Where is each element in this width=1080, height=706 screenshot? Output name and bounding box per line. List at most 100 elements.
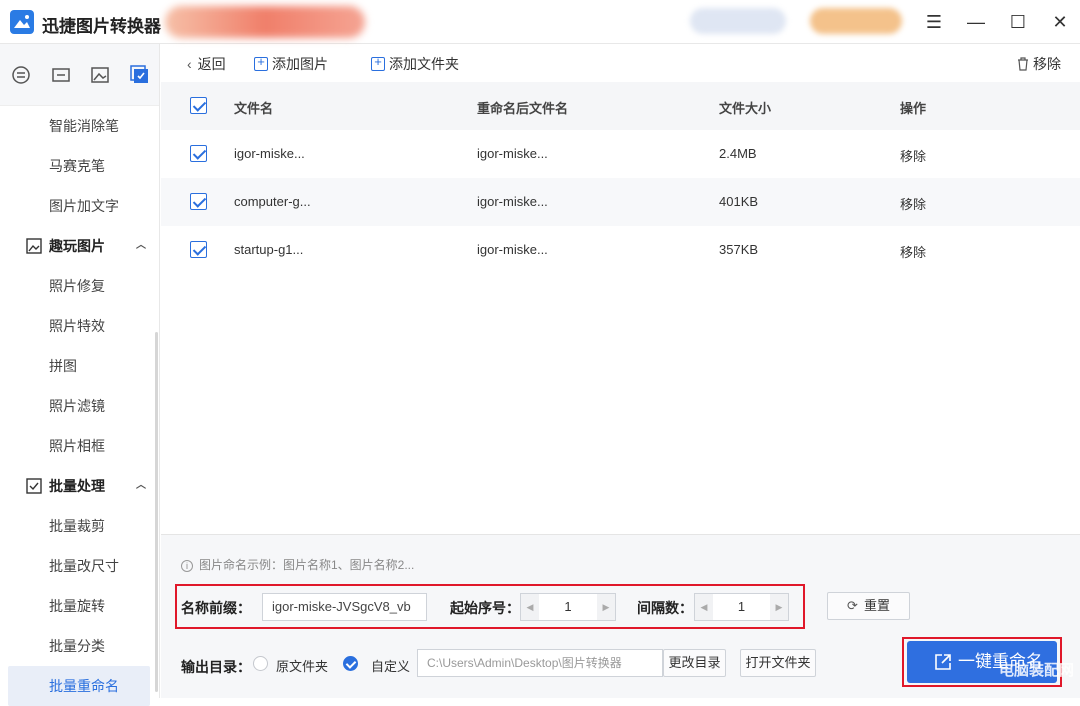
row-filename: computer-g...	[234, 194, 311, 209]
radio-original-folder[interactable]	[253, 656, 268, 671]
batch-icon[interactable]	[129, 64, 151, 86]
sidebar-item-collage[interactable]: 拼图	[0, 346, 158, 386]
sidebar-category-bar	[0, 44, 159, 106]
promo-banner[interactable]	[165, 6, 365, 38]
sidebar-item-batch-resize[interactable]: 批量改尺寸	[0, 546, 158, 586]
sidebar-item-label: 图片加文字	[49, 198, 119, 214]
interval-value[interactable]: 1	[713, 594, 770, 620]
select-all-checkbox[interactable]	[190, 97, 207, 114]
output-path-field[interactable]: C:\Users\Admin\Desktop\图片转换器	[417, 649, 663, 677]
sidebar-item-label: 照片相框	[49, 438, 105, 454]
hint-text: 图片命名示例：图片名称1、图片名称2...	[199, 558, 415, 572]
prefix-label: 名称前缀：	[181, 600, 251, 616]
increment-icon[interactable]: ▶	[597, 594, 615, 620]
row-filename: startup-g1...	[234, 242, 304, 257]
export-icon	[935, 654, 951, 670]
row-filename: igor-miske...	[234, 146, 305, 161]
original-folder-label: 原文件夹	[276, 659, 329, 674]
sidebar-item-filters[interactable]: 照片滤镜	[0, 386, 158, 426]
chevron-up-icon[interactable]: ︿	[136, 466, 146, 506]
remove-all-button[interactable]: 移除	[1017, 54, 1061, 74]
start-number-stepper[interactable]: ◀ 1 ▶	[520, 593, 616, 621]
sidebar-item-label: 批量改尺寸	[49, 558, 119, 574]
start-number-value[interactable]: 1	[539, 594, 597, 620]
sidebar-group-batch[interactable]: 批量处理 ︿	[0, 466, 158, 506]
add-folder-button[interactable]: 添加文件夹	[371, 54, 459, 74]
title-bar: 迅捷图片转换器 ☰ — ☐ ✕	[0, 0, 1080, 44]
row-checkbox[interactable]	[190, 145, 207, 162]
menu-icon[interactable]: ☰	[922, 10, 946, 34]
batch-process-icon	[26, 478, 42, 494]
sidebar-item-photo-effects[interactable]: 照片特效	[0, 306, 158, 346]
radio-custom-folder[interactable]	[343, 656, 358, 671]
toolbar: ‹ 返回 添加图片 添加文件夹 移除	[161, 44, 1080, 82]
table-row[interactable]: startup-g1... igor-miske... 357KB 移除	[161, 226, 1080, 274]
add-folder-icon	[371, 54, 385, 71]
sidebar-item-batch-classify[interactable]: 批量分类	[0, 626, 158, 666]
chevron-up-icon[interactable]: ︿	[136, 226, 146, 266]
back-button[interactable]: ‹ 返回	[187, 54, 226, 74]
maximize-icon[interactable]: ☐	[1006, 10, 1030, 34]
row-checkbox[interactable]	[190, 193, 207, 210]
edit-icon[interactable]	[50, 64, 72, 86]
sidebar-item-label: 批量裁剪	[49, 518, 105, 534]
start-number-label: 起始序号：	[450, 600, 520, 616]
row-renamed: igor-miske...	[477, 194, 548, 209]
custom-folder-label: 自定义	[371, 659, 411, 674]
close-icon[interactable]: ✕	[1048, 10, 1072, 34]
open-folder-button[interactable]: 打开文件夹	[740, 649, 816, 677]
reset-label: 重置	[863, 598, 890, 613]
sidebar-item-label: 批量重命名	[49, 678, 119, 694]
add-image-label: 添加图片	[272, 56, 328, 72]
table-header: 文件名 重命名后文件名 文件大小 操作	[161, 82, 1080, 130]
row-size: 2.4MB	[719, 146, 757, 161]
user-account[interactable]	[690, 8, 786, 34]
decrement-icon[interactable]: ◀	[521, 594, 539, 620]
sidebar-item-photo-repair[interactable]: 照片修复	[0, 266, 158, 306]
row-renamed: igor-miske...	[477, 242, 548, 257]
image-icon[interactable]	[89, 64, 111, 86]
back-label: 返回	[197, 56, 226, 72]
naming-hint: i 图片命名示例：图片名称1、图片名称2...	[181, 556, 414, 573]
increment-icon[interactable]: ▶	[770, 594, 788, 620]
vip-button[interactable]	[810, 8, 902, 34]
add-image-icon	[254, 54, 268, 71]
table-row[interactable]: igor-miske... igor-miske... 2.4MB 移除	[161, 130, 1080, 178]
app-logo-icon	[10, 10, 34, 34]
trash-icon	[1018, 57, 1028, 71]
add-image-button[interactable]: 添加图片	[254, 54, 328, 74]
header-filename: 文件名	[234, 101, 274, 116]
sidebar-item-mosaic[interactable]: 马赛克笔	[0, 146, 158, 186]
row-remove-button[interactable]: 移除	[900, 194, 926, 213]
remove-label: 移除	[1033, 56, 1061, 72]
interval-stepper[interactable]: ◀ 1 ▶	[694, 593, 789, 621]
sidebar-scrollbar[interactable]	[155, 332, 158, 692]
change-dir-button[interactable]: 更改目录	[663, 649, 726, 677]
sidebar-item-label: 照片修复	[49, 278, 105, 294]
decrement-icon[interactable]: ◀	[695, 594, 713, 620]
header-size: 文件大小	[719, 101, 772, 116]
chevron-left-icon: ‹	[187, 56, 192, 72]
sidebar-item-batch-crop[interactable]: 批量裁剪	[0, 506, 158, 546]
row-size: 401KB	[719, 194, 759, 209]
row-remove-button[interactable]: 移除	[900, 242, 926, 261]
row-checkbox[interactable]	[190, 241, 207, 258]
sidebar: 智能消除笔 马赛克笔 图片加文字 趣玩图片 ︿ 照片修复 照片特效 拼图 照片滤…	[0, 44, 160, 706]
sidebar-item-smart-eraser[interactable]: 智能消除笔	[0, 106, 158, 146]
sidebar-item-label: 照片滤镜	[49, 398, 105, 414]
row-remove-button[interactable]: 移除	[900, 146, 926, 165]
sidebar-item-batch-rotate[interactable]: 批量旋转	[0, 586, 158, 626]
minimize-icon[interactable]: —	[964, 10, 988, 34]
convert-icon[interactable]	[10, 64, 32, 86]
sidebar-item-batch-rename[interactable]: 批量重命名	[8, 666, 150, 706]
reset-button[interactable]: ⟳ 重置	[827, 592, 910, 620]
prefix-input[interactable]: igor-miske-JVSgcV8_vb	[262, 593, 427, 621]
sidebar-item-frames[interactable]: 照片相框	[0, 426, 158, 466]
sidebar-item-add-text[interactable]: 图片加文字	[0, 186, 158, 226]
table-row[interactable]: computer-g... igor-miske... 401KB 移除	[161, 178, 1080, 226]
sidebar-group-fun[interactable]: 趣玩图片 ︿	[0, 226, 158, 266]
sidebar-group-label: 批量处理	[49, 478, 105, 494]
add-folder-label: 添加文件夹	[389, 56, 459, 72]
sidebar-list: 智能消除笔 马赛克笔 图片加文字 趣玩图片 ︿ 照片修复 照片特效 拼图 照片滤…	[0, 106, 158, 706]
info-icon: i	[181, 560, 193, 572]
